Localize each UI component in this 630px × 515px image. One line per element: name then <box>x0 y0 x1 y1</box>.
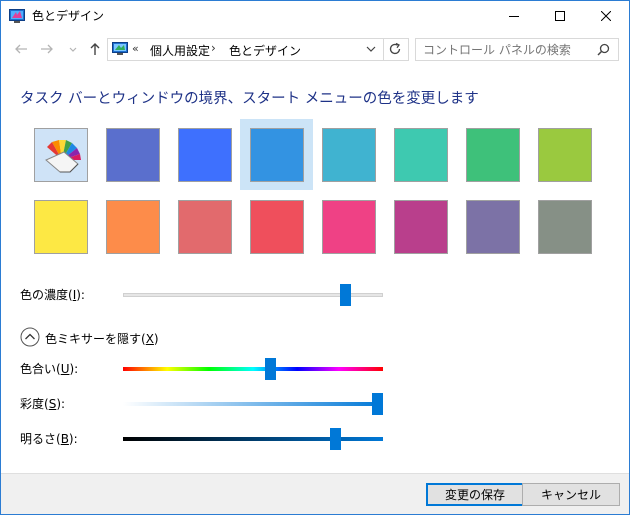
address-bar[interactable]: « 個人用設定 › 色とデザイン <box>107 38 409 61</box>
address-dropdown-chevron-icon[interactable] <box>366 45 376 53</box>
control-panel-icon <box>112 42 128 55</box>
collapse-chevron-icon[interactable] <box>20 327 40 347</box>
cancel-button[interactable]: キャンセル <box>522 483 620 506</box>
address-divider <box>383 39 384 60</box>
swatch-color[interactable] <box>322 128 376 182</box>
intensity-slider-thumb[interactable] <box>340 284 351 306</box>
breadcrumb-separator[interactable]: › <box>211 41 216 55</box>
swatch-automatic[interactable] <box>34 128 88 182</box>
color-palette-icon <box>45 140 81 173</box>
breadcrumb-personalization[interactable]: 個人用設定 <box>150 42 210 59</box>
up-arrow-icon[interactable] <box>87 41 103 57</box>
brightness-slider-thumb[interactable] <box>330 428 341 450</box>
page-heading: タスク バーとウィンドウの境界、スタート メニューの色を変更します <box>20 91 479 107</box>
close-button[interactable] <box>583 1 629 32</box>
swatch-color[interactable] <box>538 200 592 254</box>
window-title: 色とデザイン <box>32 9 105 23</box>
minimize-icon <box>509 16 519 17</box>
search-box[interactable] <box>415 38 619 61</box>
swatch-color[interactable] <box>394 128 448 182</box>
swatch-color[interactable] <box>178 200 232 254</box>
hide-color-mixer-link[interactable]: 色ミキサーを隠す(X) <box>45 330 159 347</box>
brightness-label: 明るさ(B): <box>20 432 78 446</box>
title-bar[interactable]: 色とデザイン <box>1 1 629 32</box>
hue-label: 色合い(U): <box>20 362 79 376</box>
swatch-color[interactable] <box>466 200 520 254</box>
swatch-color[interactable] <box>394 200 448 254</box>
address-overflow-chevron[interactable]: « <box>132 42 139 55</box>
maximize-button[interactable] <box>537 1 583 32</box>
swatch-color[interactable] <box>322 200 376 254</box>
search-input[interactable] <box>416 39 593 60</box>
swatch-color[interactable] <box>250 200 304 254</box>
hue-slider-track[interactable] <box>123 367 383 371</box>
refresh-icon[interactable] <box>388 42 402 56</box>
swatch-color[interactable] <box>538 128 592 182</box>
swatch-color[interactable] <box>466 128 520 182</box>
saturation-slider-thumb[interactable] <box>372 393 383 415</box>
saturation-label: 彩度(S): <box>20 397 66 411</box>
swatch-color[interactable] <box>34 200 88 254</box>
swatch-color-selected[interactable] <box>250 128 304 182</box>
minimize-button[interactable] <box>491 1 537 32</box>
brightness-slider-track[interactable] <box>123 437 383 441</box>
swatch-color[interactable] <box>106 128 160 182</box>
saturation-slider-track[interactable] <box>123 402 383 406</box>
search-icon[interactable] <box>597 43 610 56</box>
hue-slider-thumb[interactable] <box>265 358 276 380</box>
back-arrow-icon[interactable] <box>13 41 29 57</box>
intensity-label: 色の濃度(I): <box>20 288 85 302</box>
breadcrumb-color-and-appearance[interactable]: 色とデザイン <box>229 42 301 59</box>
dialog-button-bar: 変更の保存 キャンセル <box>1 473 629 514</box>
color-and-appearance-window: 色とデザイン « 個人用設定 › 色とデザイン コントロール パネルの検索 タス… <box>0 0 630 515</box>
recent-locations-chevron-icon[interactable] <box>65 41 81 57</box>
save-changes-button[interactable]: 変更の保存 <box>426 483 524 506</box>
personalization-app-icon <box>9 9 25 23</box>
swatch-color[interactable] <box>178 128 232 182</box>
forward-arrow-icon[interactable] <box>39 41 55 57</box>
close-icon <box>601 11 611 21</box>
maximize-icon <box>555 11 565 21</box>
swatch-color[interactable] <box>106 200 160 254</box>
